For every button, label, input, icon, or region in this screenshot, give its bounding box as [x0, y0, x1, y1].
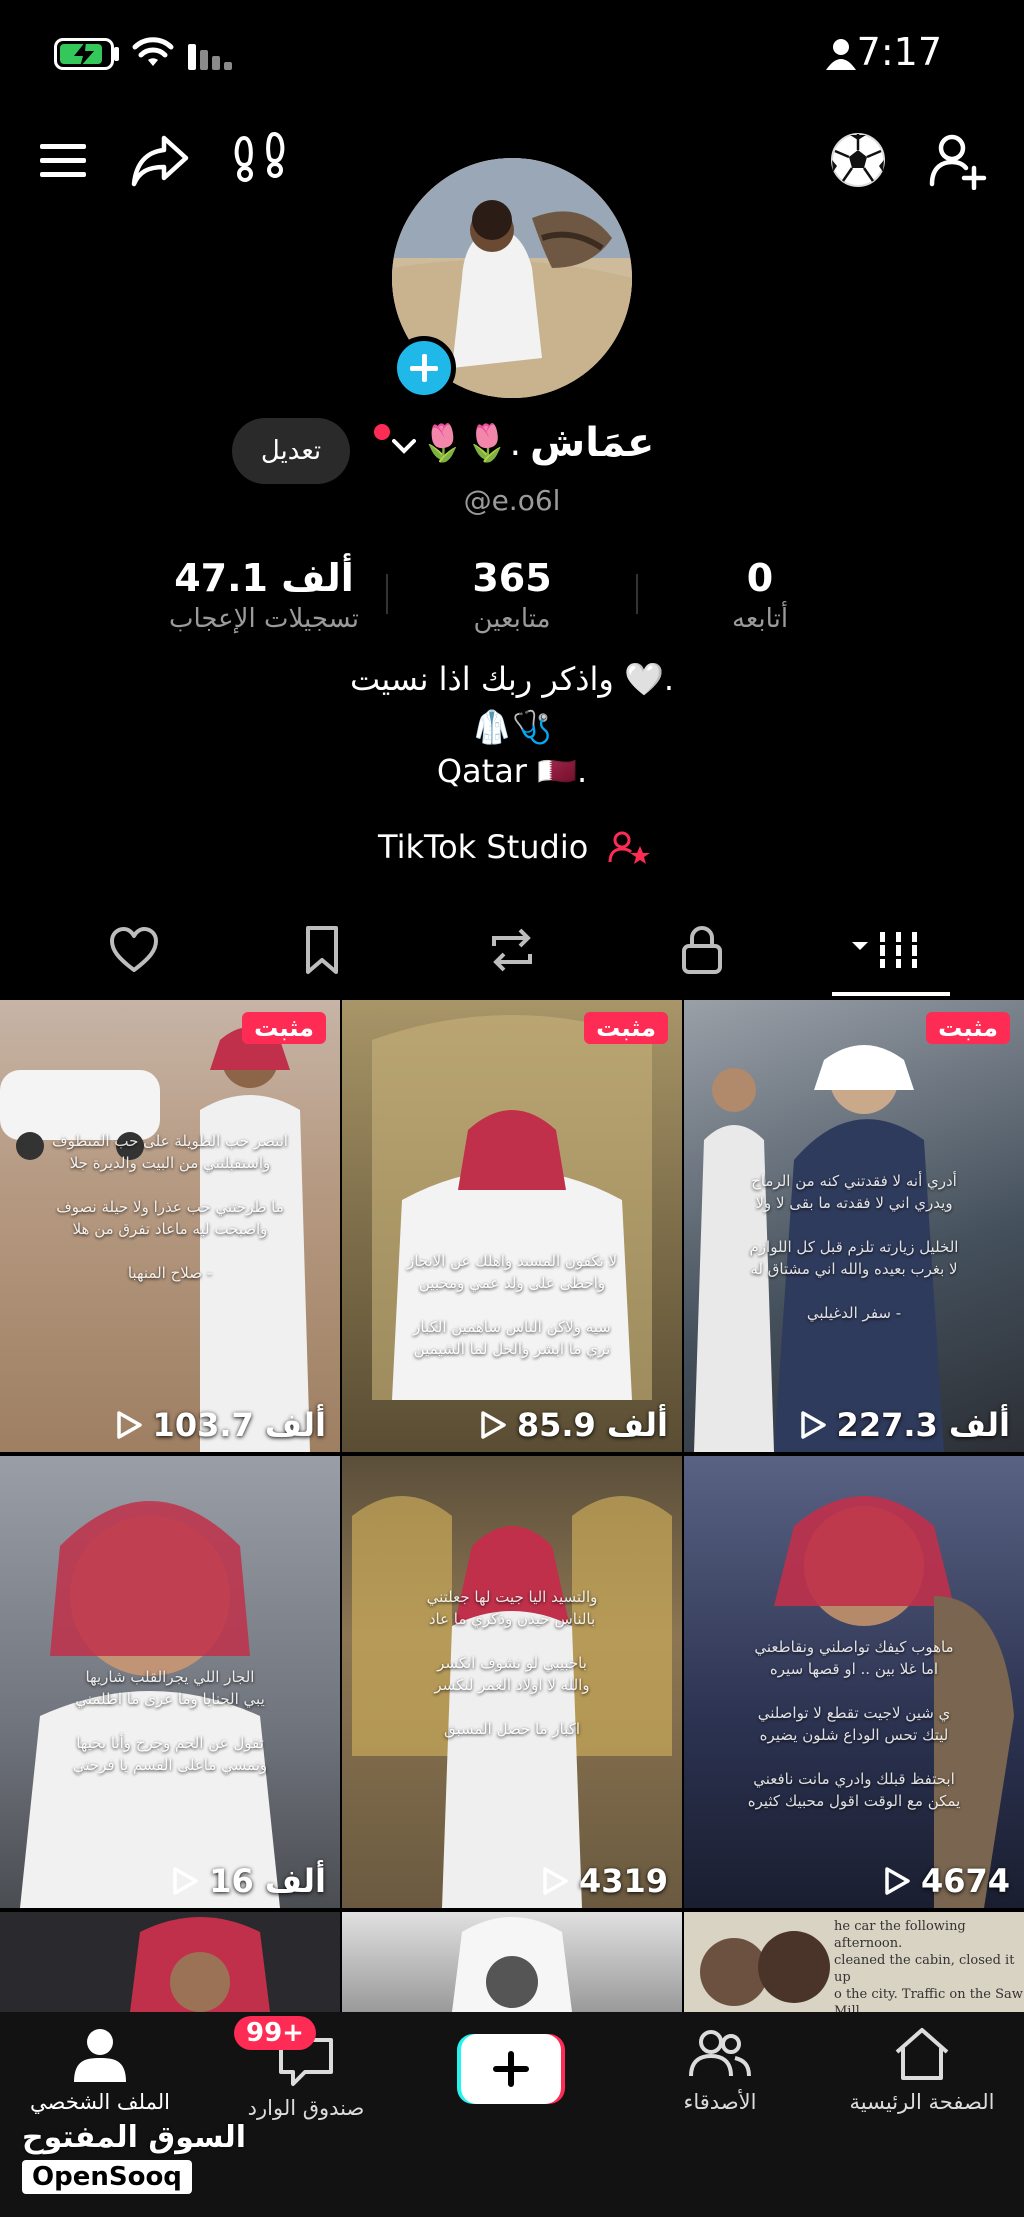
watermark-english: OpenSooq: [22, 2160, 192, 2194]
bio-line: 🥼🩺: [472, 708, 552, 746]
video-thumbnail[interactable]: الجار اللي يجرالقلب شاريها يبي الحنايا وم…: [0, 1456, 340, 1908]
add-story-button[interactable]: [392, 336, 456, 400]
watermark-arabic: السوق المفتوح: [22, 2120, 247, 2155]
battery-tip: [114, 47, 119, 61]
tiktok-studio-link[interactable]: TikTok Studio: [378, 828, 588, 866]
notification-dot: [374, 424, 390, 440]
username: @e.o6l: [463, 484, 561, 517]
likes-label: تسجيلات الإعجاب: [168, 604, 360, 634]
pinned-badge: مثبت: [242, 1012, 326, 1044]
nav-home-label: الصفحة الرئيسية: [849, 2090, 995, 2114]
nav-profile[interactable]: الملف الشخصي: [20, 2026, 180, 2114]
soccer-ball-icon[interactable]: [828, 130, 888, 190]
cellular-signal-icon: [188, 44, 232, 70]
chevron-down-icon[interactable]: [392, 438, 416, 454]
home-icon: [895, 2028, 949, 2080]
following-count: 0: [746, 556, 774, 600]
share-icon[interactable]: [130, 130, 190, 190]
stat-divider: [386, 574, 388, 614]
add-friend-icon[interactable]: [928, 130, 988, 190]
thumbnail-text: he car the following afternoon. cleaned t…: [834, 1919, 1023, 2012]
view-count-text: 4319: [578, 1862, 668, 1900]
private-tab-lock-icon[interactable]: [676, 924, 728, 976]
video-thumbnail[interactable]: انتصر حب الطويلة على حب المنطوف واستقبلتن…: [0, 1000, 340, 1452]
video-thumbnail[interactable]: ماهوب كيفك تواصلني ونقاطعني اما غلا بين .…: [684, 1456, 1024, 1908]
likes-count: 47.1 ألف: [174, 556, 354, 600]
stat-divider: [636, 574, 638, 614]
view-count: 4319: [541, 1862, 668, 1900]
view-count: 227.3 ألف: [799, 1406, 1010, 1444]
profile-name: عمَاش: [530, 420, 655, 466]
following-stat[interactable]: 0 أتابعه: [660, 556, 860, 634]
videos-tab-grid-icon[interactable]: [848, 924, 930, 976]
status-time: 7:17: [856, 30, 942, 74]
view-count: 103.7 ألف: [115, 1406, 326, 1444]
play-icon: [116, 1411, 142, 1439]
view-count-text: 227.3 ألف: [836, 1406, 1010, 1444]
view-count: 16 ألف: [171, 1862, 326, 1900]
active-tab-indicator: [832, 992, 950, 996]
reposts-tab-repost-icon[interactable]: [486, 924, 538, 976]
video-grid: أدري أنه لا فقدتني كنه من الرماح ويدري ان…: [0, 1000, 1024, 2012]
video-thumbnail[interactable]: والتسيد اليا جيت لها جعلتني بالناس حيدن و…: [342, 1456, 682, 1908]
view-count-text: 4674: [920, 1862, 1010, 1900]
video-thumbnail[interactable]: [342, 1912, 682, 2012]
friends-icon: [689, 2030, 751, 2077]
footprints-icon[interactable]: [232, 130, 292, 190]
person-status-icon: [826, 39, 856, 70]
liked-videos-tab-heart-icon[interactable]: [108, 924, 160, 976]
inbox-badge: 99+: [234, 2016, 316, 2050]
following-label: أتابعه: [731, 604, 789, 634]
favorites-tab-bookmark-icon[interactable]: [296, 924, 348, 976]
view-count: 4674: [883, 1862, 1010, 1900]
bio-line: واذكر ربك اذا نسيت 🤍.: [349, 660, 675, 698]
play-icon: [481, 1411, 506, 1439]
play-icon: [173, 1867, 198, 1895]
pinned-badge: مثبت: [584, 1012, 668, 1044]
nav-home[interactable]: الصفحة الرئيسية: [842, 2026, 1002, 2114]
video-thumbnail[interactable]: أدري أنه لا فقدتني كنه من الرماح ويدري ان…: [684, 1000, 1024, 1452]
followers-label: متابعين: [473, 604, 551, 634]
name-decoration: 🌷🌷.: [420, 423, 522, 464]
play-icon: [543, 1867, 568, 1895]
charging-bolt-icon: [74, 41, 94, 67]
wifi-icon: [132, 37, 174, 66]
video-thumbnail[interactable]: [0, 1912, 340, 2012]
play-icon: [800, 1411, 826, 1439]
video-thumbnail[interactable]: he car the following afternoon. cleaned t…: [684, 1912, 1024, 2012]
view-count-text: 85.9 ألف: [516, 1406, 668, 1444]
view-count-text: 16 ألف: [209, 1862, 326, 1900]
video-thumbnail[interactable]: لا تكفون المسند واهلك عن الانجاز واحظى عل…: [342, 1000, 682, 1452]
bio-line: Qatar 🇶🇦.: [436, 752, 588, 790]
nav-friends[interactable]: الأصدقاء: [660, 2026, 780, 2114]
studio-creator-icon: [608, 831, 650, 864]
profile-icon: [74, 2029, 126, 2082]
likes-stat[interactable]: 47.1 ألف تسجيلات الإعجاب: [154, 556, 374, 634]
nav-inbox-label: صندوق الوارد: [247, 2096, 365, 2120]
play-icon: [885, 1867, 910, 1895]
nav-profile-label: الملف الشخصي: [30, 2090, 170, 2114]
nav-friends-label: الأصدقاء: [683, 2090, 757, 2114]
view-count: 85.9 ألف: [479, 1406, 668, 1444]
followers-count: 365: [472, 556, 552, 600]
view-count-text: 103.7 ألف: [152, 1406, 326, 1444]
pinned-badge: مثبت: [926, 1012, 1010, 1044]
create-video-button[interactable]: [457, 2034, 565, 2104]
menu-icon[interactable]: [34, 130, 94, 190]
followers-stat[interactable]: 365 متابعين: [412, 556, 612, 634]
edit-profile-button[interactable]: تعديل: [232, 418, 350, 484]
